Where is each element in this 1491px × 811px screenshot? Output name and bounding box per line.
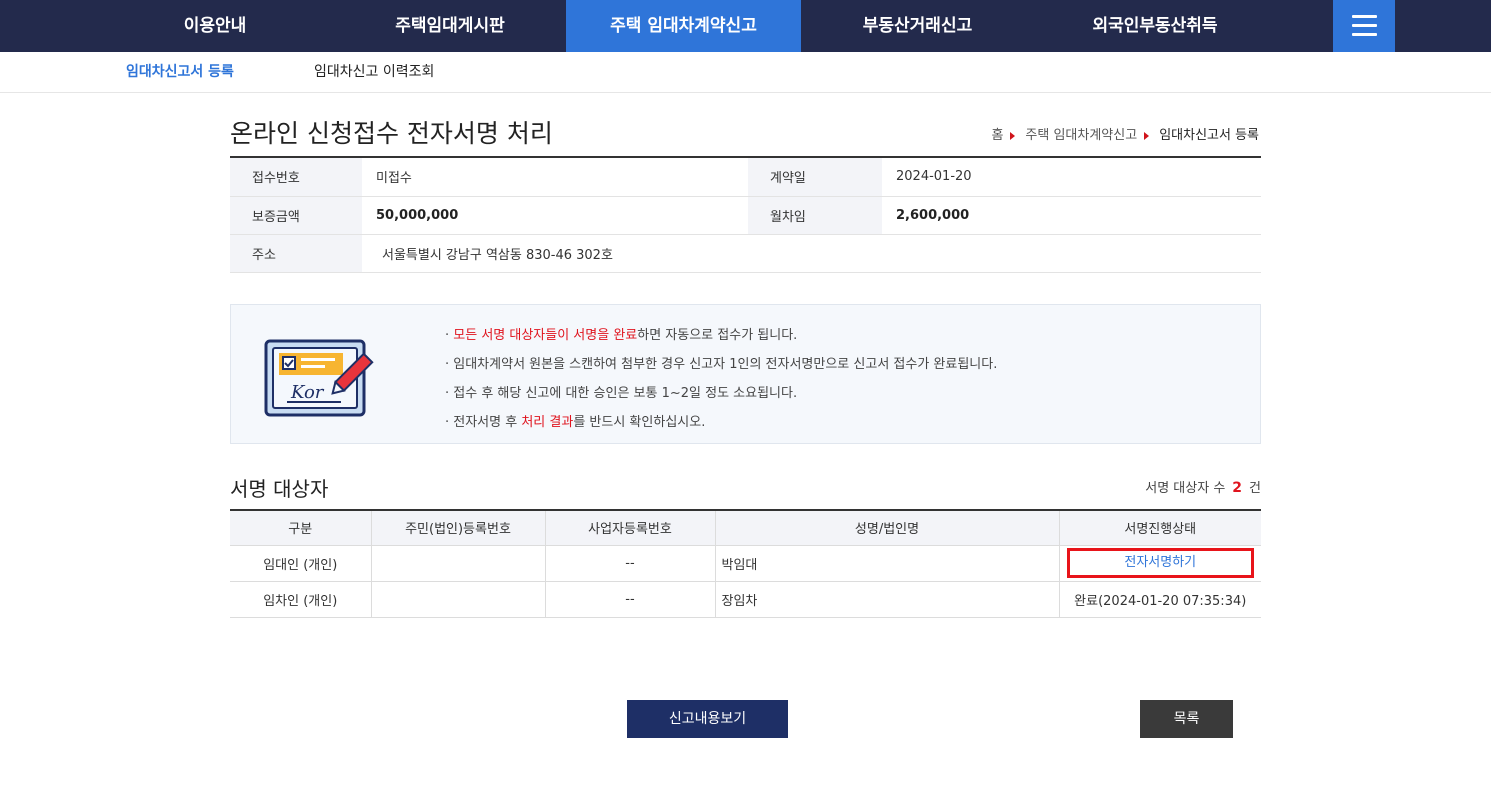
notice-lines: · 모든 서명 대상자들이 서명을 완료하면 자동으로 접수가 됩니다. · 임… [445, 321, 997, 437]
nav-item-real-estate-transaction[interactable]: 부동산거래신고 [830, 0, 1005, 52]
table-row: 임차인 (개인) -- 장임차 완료(2024-01-20 07:35:34) [230, 581, 1261, 618]
table-row: 보증금액 50,000,000 월차임 2,600,000 [230, 196, 1261, 235]
breadcrumb: 홈 주택 임대차계약신고 임대차신고서 등록 [991, 124, 1259, 143]
signer-type: 임차인 (개인) [230, 581, 371, 618]
table-header-row: 구분 주민(법인)등록번호 사업자등록번호 성명/법인명 서명진행상태 [230, 510, 1261, 546]
sub-navigation: 임대차신고서 등록 임대차신고 이력조회 [0, 52, 1491, 93]
signer-business-no: -- [544, 545, 715, 582]
monthly-rent-label: 월차임 [748, 196, 882, 235]
hamburger-icon [1352, 33, 1377, 36]
table-row: 접수번호 미접수 계약일 2024-01-20 [230, 158, 1261, 197]
hamburger-icon [1352, 15, 1377, 18]
contract-date-value: 2024-01-20 [882, 158, 1261, 197]
column-header: 성명/법인명 [714, 510, 1059, 546]
receipt-no-value: 미접수 [362, 158, 748, 197]
column-header: 주민(법인)등록번호 [370, 510, 545, 546]
subnav-item-history[interactable]: 임대차신고 이력조회 [314, 52, 434, 93]
top-navigation: 이용안내 주택임대게시판 주택 임대차계약신고 부동산거래신고 외국인부동산취득 [0, 0, 1491, 52]
list-button[interactable]: 목록 [1140, 700, 1233, 738]
notice-box: Kor · 모든 서명 대상자들이 서명을 완료하면 자동으로 접수가 됩니다.… [230, 304, 1261, 444]
view-report-button[interactable]: 신고내용보기 [627, 700, 788, 738]
column-header: 구분 [230, 510, 371, 546]
nav-item-guide[interactable]: 이용안내 [150, 0, 280, 52]
column-header: 서명진행상태 [1058, 510, 1261, 546]
signer-name: 박임대 [714, 545, 1059, 582]
notice-line: · 임대차계약서 원본을 스캔하여 첨부한 경우 신고자 1인의 전자서명만으로… [445, 357, 998, 372]
signers-count: 서명 대상자 수2건 [1145, 480, 1261, 496]
contract-info-table: 접수번호 미접수 계약일 2024-01-20 보증금액 50,000,000 … [230, 158, 1261, 273]
signer-status: 전자서명하기 [1058, 545, 1261, 582]
breadcrumb-rental-report[interactable]: 주택 임대차계약신고 [1025, 128, 1137, 143]
signers-table: 구분 주민(법인)등록번호 사업자등록번호 성명/법인명 서명진행상태 임대인 … [230, 509, 1261, 618]
table-row: 주소 서울특별시 강남구 역삼동 830-46 302호 [230, 234, 1261, 273]
monthly-rent-value: 2,600,000 [882, 196, 1261, 235]
signer-type: 임대인 (개인) [230, 545, 371, 582]
nav-item-rental-board[interactable]: 주택임대게시판 [370, 0, 530, 52]
deposit-value: 50,000,000 [362, 196, 748, 235]
notice-line: · 모든 서명 대상자들이 서명을 완료하면 자동으로 접수가 됩니다. [445, 328, 798, 343]
signer-name: 장임차 [714, 581, 1059, 618]
receipt-no-label: 접수번호 [230, 158, 362, 197]
column-header: 사업자등록번호 [544, 510, 715, 546]
e-signature-document-icon: Kor [264, 339, 374, 417]
deposit-label: 보증금액 [230, 196, 362, 235]
signer-resident-no [370, 545, 545, 582]
signer-business-no: -- [544, 581, 715, 618]
nav-item-foreigner-acquisition[interactable]: 외국인부동산취득 [1060, 0, 1250, 52]
hamburger-icon [1352, 24, 1377, 27]
signer-status: 완료(2024-01-20 07:35:34) [1058, 581, 1261, 618]
breadcrumb-home[interactable]: 홈 [991, 128, 1003, 143]
e-sign-button[interactable]: 전자서명하기 [1066, 548, 1254, 578]
page-title: 온라인 신청접수 전자서명 처리 [230, 119, 553, 148]
signer-resident-no [370, 581, 545, 618]
notice-line: · 전자서명 후 처리 결과를 반드시 확인하십시오. [445, 415, 706, 430]
subnav-item-register[interactable]: 임대차신고서 등록 [126, 52, 234, 93]
breadcrumb-current: 임대차신고서 등록 [1159, 128, 1259, 143]
address-value: 서울특별시 강남구 역삼동 830-46 302호 [362, 234, 1261, 273]
breadcrumb-arrow-icon [1144, 131, 1150, 140]
contract-date-label: 계약일 [748, 158, 882, 197]
address-label: 주소 [230, 234, 362, 273]
breadcrumb-arrow-icon [1010, 131, 1016, 140]
nav-item-rental-contract-report[interactable]: 주택 임대차계약신고 [566, 0, 801, 52]
signers-section-title: 서명 대상자 [230, 477, 329, 501]
hamburger-menu-button[interactable] [1333, 0, 1395, 52]
icon-text: Kor [290, 382, 325, 403]
table-row: 임대인 (개인) -- 박임대 전자서명하기 [230, 545, 1261, 582]
notice-line: · 접수 후 해당 신고에 대한 승인은 보통 1~2일 정도 소요됩니다. [445, 386, 798, 401]
